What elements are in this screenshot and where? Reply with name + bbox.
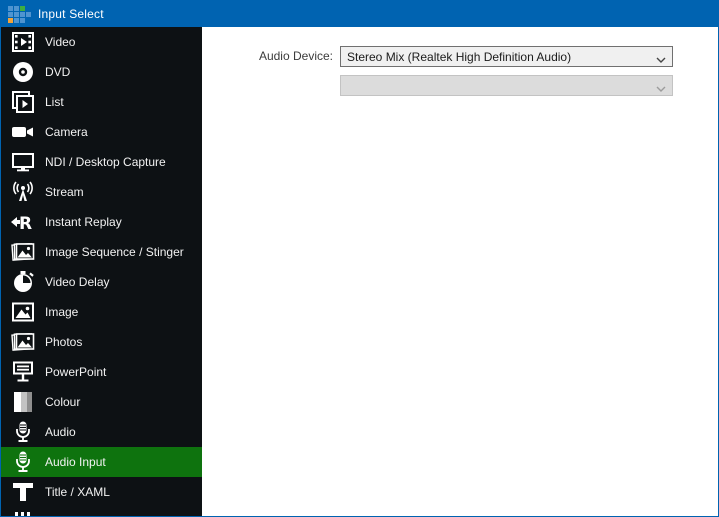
sidebar-item-label: List (45, 95, 64, 109)
photo-stack-icon (8, 330, 38, 354)
sidebar-item-label: NDI / Desktop Capture (45, 155, 166, 169)
chevron-down-icon (656, 53, 666, 66)
sidebar-item-video-delay[interactable]: Video Delay (1, 267, 202, 297)
stopwatch-icon (8, 270, 38, 294)
window-title: Input Select (38, 7, 104, 21)
flash-icon (8, 510, 38, 516)
chevron-down-icon (656, 82, 666, 95)
sidebar-item-label: Colour (45, 395, 81, 409)
antenna-icon (8, 180, 38, 204)
sidebar-item-image[interactable]: Image (1, 297, 202, 327)
sidebar-item-label: Flash / SWF (45, 515, 111, 516)
microphone-icon (8, 450, 38, 474)
sidebar-item-ndi-desktop-capture[interactable]: NDI / Desktop Capture (1, 147, 202, 177)
input-select-window: Input Select Video DVD List Camera NDI /… (0, 0, 719, 517)
presentation-icon (8, 360, 38, 384)
svg-text:R: R (19, 214, 32, 234)
sidebar-item-flash-swf[interactable]: Flash / SWF (1, 507, 202, 516)
sidebar-item-stream[interactable]: Stream (1, 177, 202, 207)
sidebar-item-title-xaml[interactable]: Title / XAML (1, 477, 202, 507)
sidebar-item-powerpoint[interactable]: PowerPoint (1, 357, 202, 387)
audio-input-settings-panel: Audio Device: Stereo Mix (Realtek High D… (202, 27, 718, 516)
disc-icon (8, 60, 38, 84)
sidebar-item-audio[interactable]: Audio (1, 417, 202, 447)
film-strip-icon (8, 30, 38, 54)
sidebar-item-label: Camera (45, 125, 88, 139)
list-frames-icon (8, 90, 38, 114)
sidebar-item-label: Instant Replay (45, 215, 122, 229)
sidebar-item-label: Photos (45, 335, 83, 349)
audio-device-row: Audio Device: Stereo Mix (Realtek High D… (202, 46, 718, 96)
sidebar-item-camera[interactable]: Camera (1, 117, 202, 147)
sidebar-item-dvd[interactable]: DVD (1, 57, 202, 87)
sidebar-item-photos[interactable]: Photos (1, 327, 202, 357)
replay-r-icon: R (8, 210, 38, 234)
audio-device-dropdown[interactable]: Stereo Mix (Realtek High Definition Audi… (340, 46, 673, 67)
sidebar-item-label: Video Delay (45, 275, 110, 289)
video-camera-icon (8, 120, 38, 144)
secondary-device-dropdown (340, 75, 673, 96)
sidebar-item-label: Audio (45, 425, 76, 439)
audio-device-value: Stereo Mix (Realtek High Definition Audi… (347, 49, 572, 64)
sidebar-item-video[interactable]: Video (1, 27, 202, 57)
sidebar-item-label: PowerPoint (45, 365, 107, 379)
input-type-sidebar: Video DVD List Camera NDI / Desktop Capt… (1, 27, 202, 516)
microphone-icon (8, 420, 38, 444)
sidebar-item-label: Video (45, 35, 76, 49)
sidebar-item-label: Image Sequence / Stinger (45, 245, 184, 259)
sidebar-item-list[interactable]: List (1, 87, 202, 117)
letter-t-icon (8, 480, 38, 504)
gradient-swatch-icon (8, 390, 38, 414)
photo-icon (8, 300, 38, 324)
sidebar-item-label: Audio Input (45, 455, 106, 469)
vmix-logo-icon (8, 5, 31, 23)
sidebar-item-instant-replay[interactable]: R Instant Replay (1, 207, 202, 237)
monitor-icon (8, 150, 38, 174)
audio-device-label: Audio Device: (258, 49, 333, 63)
title-bar: Input Select (1, 1, 718, 27)
sidebar-item-image-sequence-stinger[interactable]: Image Sequence / Stinger (1, 237, 202, 267)
photo-stack-icon (8, 240, 38, 264)
sidebar-item-label: Stream (45, 185, 84, 199)
sidebar-item-colour[interactable]: Colour (1, 387, 202, 417)
sidebar-item-label: DVD (45, 65, 71, 79)
sidebar-item-audio-input[interactable]: Audio Input (1, 447, 202, 477)
sidebar-item-label: Image (45, 305, 79, 319)
sidebar-item-label: Title / XAML (45, 485, 110, 499)
